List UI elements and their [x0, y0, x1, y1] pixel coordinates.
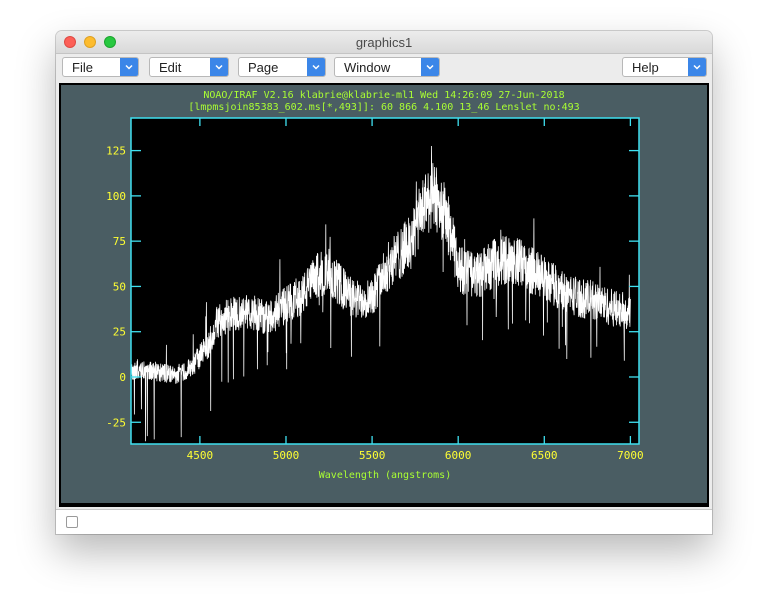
chevron-down-icon — [307, 58, 325, 76]
y-tick-label: 100 — [106, 190, 126, 203]
edit-menu[interactable]: Edit — [149, 57, 229, 77]
title-bar[interactable]: graphics1 — [56, 31, 712, 54]
edit-menu-label: Edit — [159, 60, 182, 75]
x-axis-label: Wavelength (angstroms) — [319, 470, 451, 481]
graphics-window: graphics1 File Edit Page Window Help NOA… — [56, 31, 712, 534]
y-tick-label: -25 — [106, 416, 126, 429]
y-tick-label: 0 — [119, 371, 126, 384]
chevron-down-icon — [210, 58, 228, 76]
y-tick-label: 125 — [106, 145, 126, 158]
x-tick-label: 5000 — [273, 449, 300, 462]
graphics-canvas-frame: NOAO/IRAF V2.16 klabrie@klabrie-ml1 Wed … — [59, 83, 709, 507]
x-tick-label: 6500 — [531, 449, 558, 462]
x-tick-label: 5500 — [359, 449, 386, 462]
file-menu[interactable]: File — [62, 57, 139, 77]
page-menu[interactable]: Page — [238, 57, 326, 77]
spectrum-plot[interactable]: NOAO/IRAF V2.16 klabrie@klabrie-ml1 Wed … — [61, 85, 707, 503]
x-tick-labels: 4500 5000 5500 6000 6500 7000 — [187, 449, 644, 462]
window-title: graphics1 — [355, 35, 413, 50]
chevron-down-icon — [120, 58, 138, 76]
x-tick-label: 4500 — [187, 449, 214, 462]
window-menu-label: Window — [344, 60, 391, 75]
chevron-down-icon — [421, 58, 439, 76]
window-menu[interactable]: Window — [334, 57, 440, 77]
page-menu-label: Page — [248, 60, 279, 75]
y-tick-label: 25 — [113, 326, 126, 339]
graphics-canvas[interactable]: NOAO/IRAF V2.16 klabrie@klabrie-ml1 Wed … — [61, 85, 707, 503]
x-tick-label: 7000 — [617, 449, 644, 462]
y-tick-label: 50 — [113, 280, 126, 293]
file-menu-label: File — [72, 60, 93, 75]
plot-header-line1: NOAO/IRAF V2.16 klabrie@klabrie-ml1 Wed … — [203, 90, 564, 101]
y-tick-labels: -25 0 25 50 75 100 125 — [106, 145, 126, 430]
menu-bar: File Edit Page Window Help — [56, 54, 712, 82]
help-menu-label: Help — [632, 60, 659, 75]
x-tick-label: 6000 — [445, 449, 472, 462]
status-checkbox[interactable] — [66, 516, 78, 528]
help-menu[interactable]: Help — [622, 57, 707, 77]
status-bar — [56, 509, 712, 534]
plot-header-line2: [lmpmsjoin85383_602.ms[*,493]]: 60 866 4… — [188, 102, 579, 113]
chevron-down-icon — [688, 58, 706, 76]
y-tick-label: 75 — [113, 235, 126, 248]
